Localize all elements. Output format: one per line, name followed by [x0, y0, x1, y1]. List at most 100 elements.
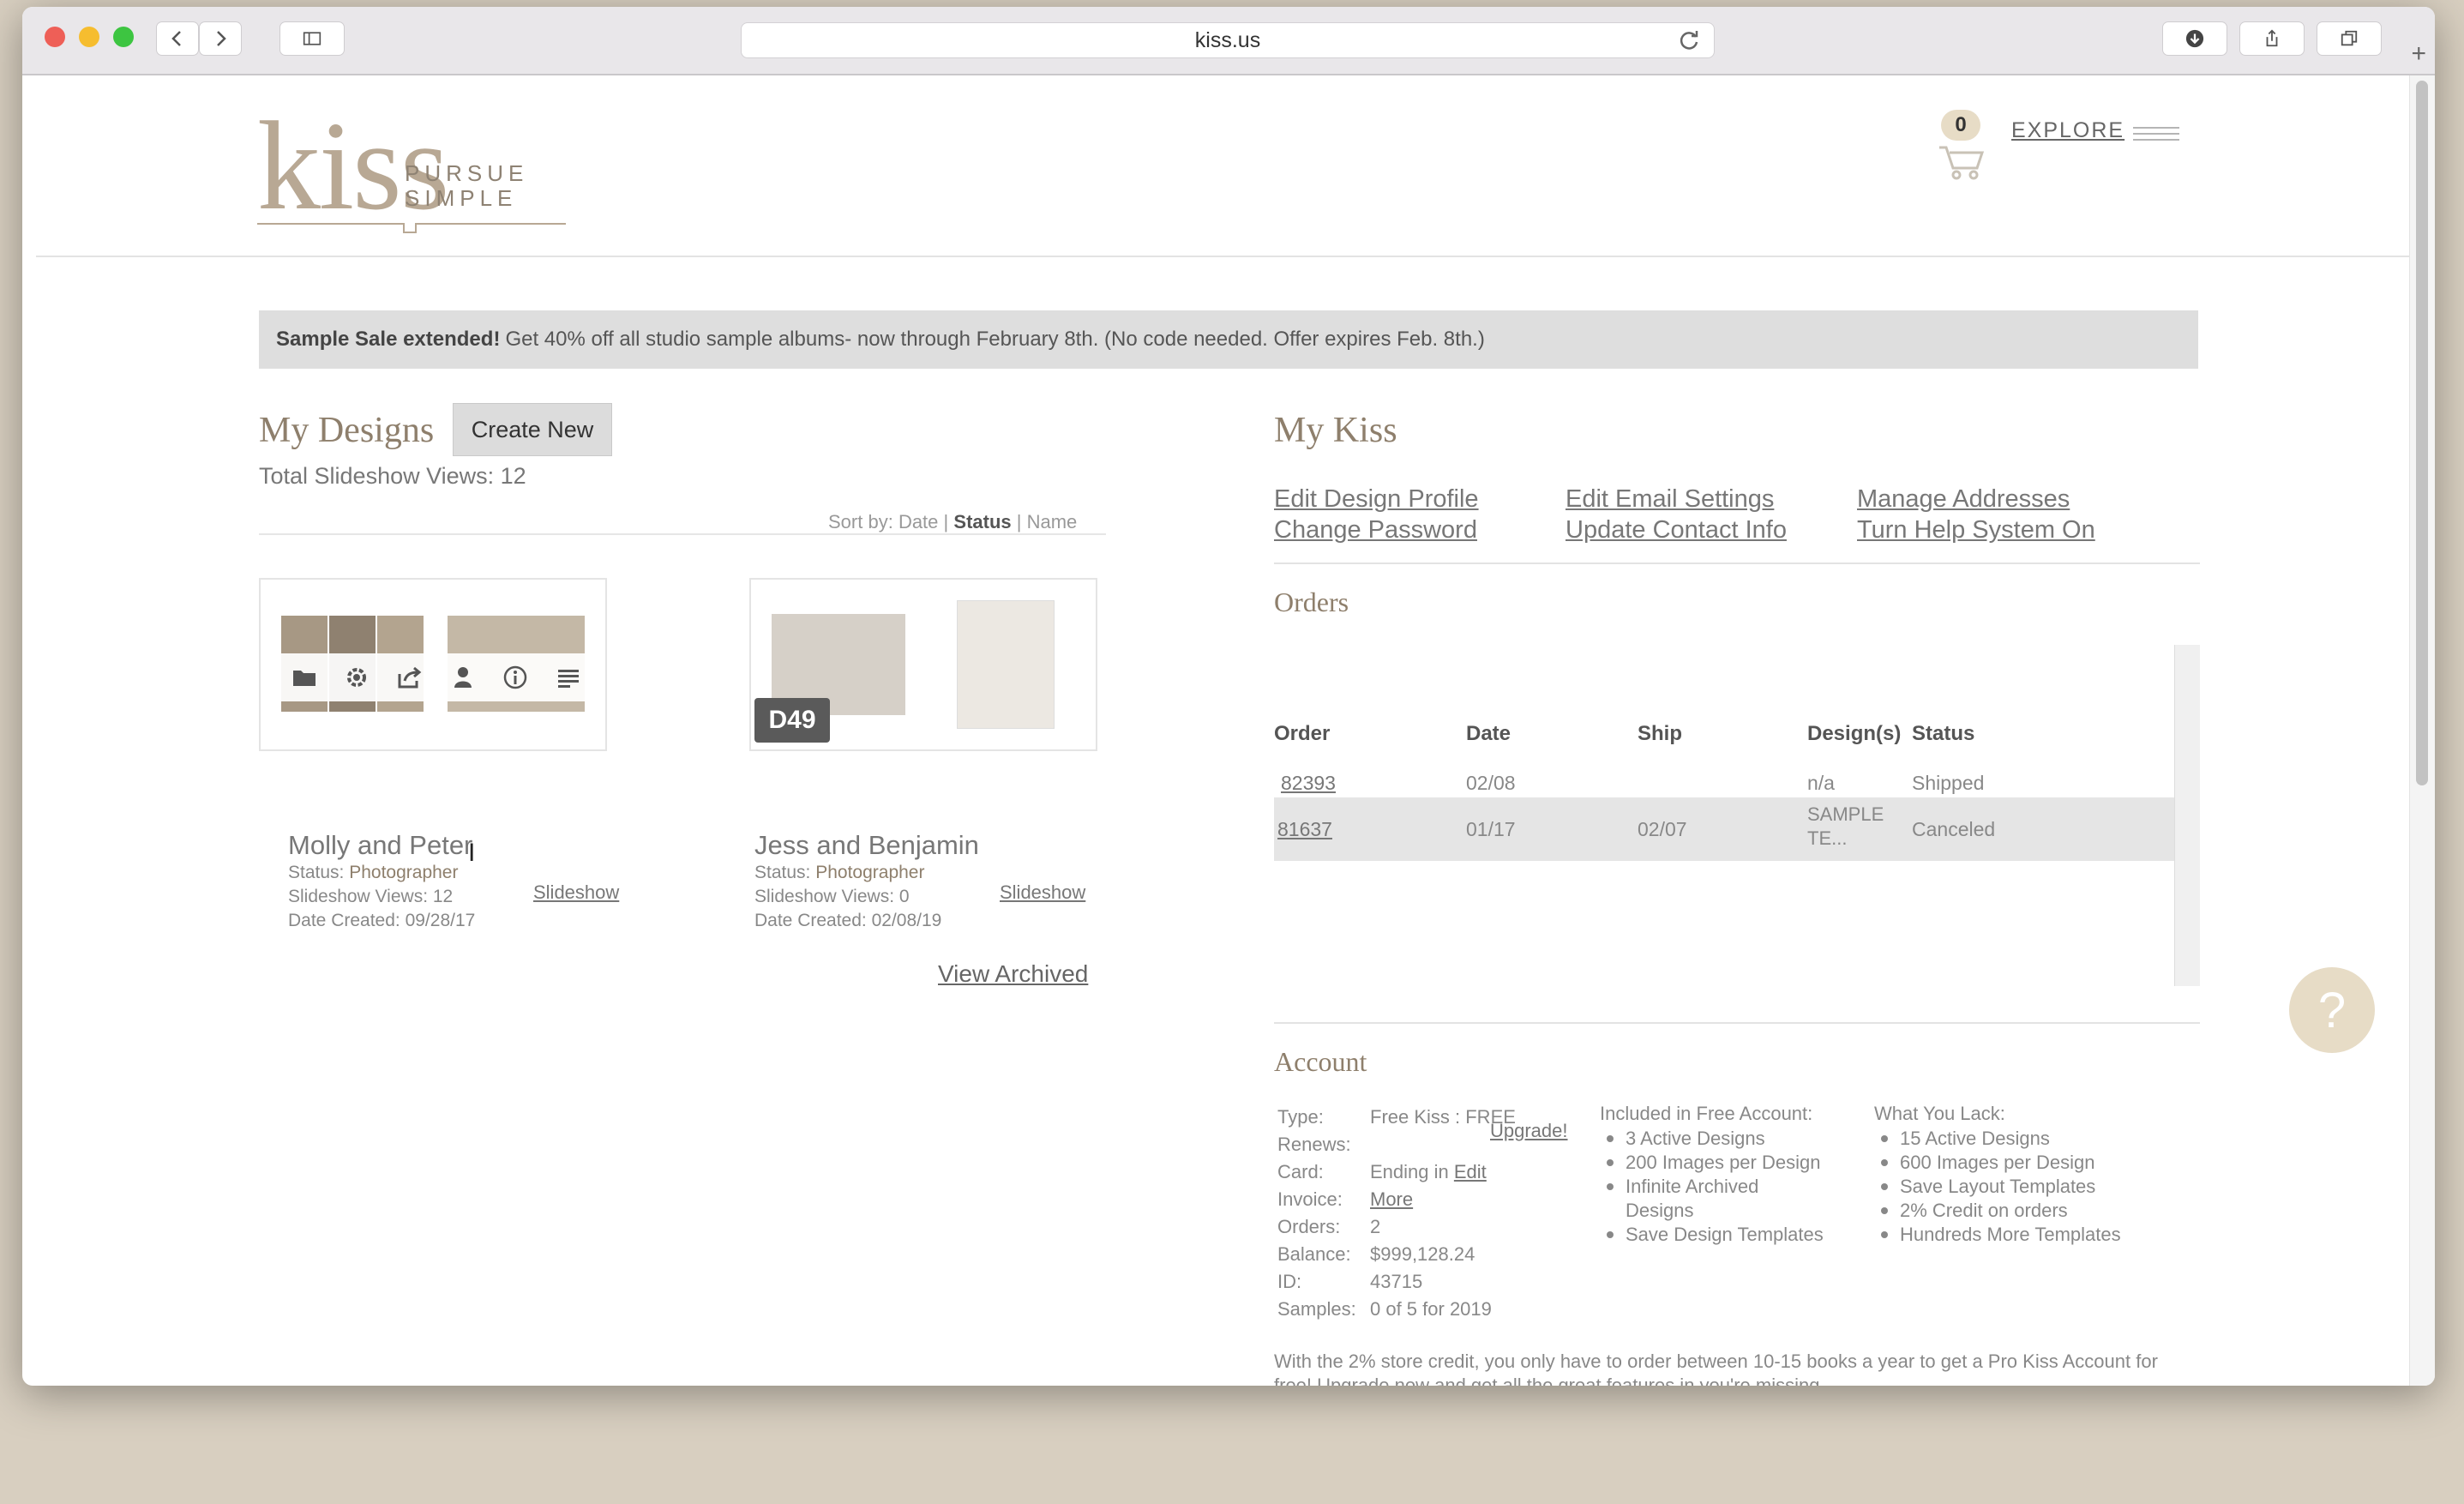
- info-icon[interactable]: [500, 662, 531, 693]
- slideshow-link[interactable]: Slideshow: [533, 881, 619, 904]
- gear-icon[interactable]: [341, 662, 372, 693]
- invoice-more-link[interactable]: More: [1370, 1188, 1413, 1211]
- card-edit-link[interactable]: Edit: [1454, 1161, 1487, 1182]
- account-orders-value: 2: [1370, 1216, 1381, 1237]
- menu-icon[interactable]: [2133, 127, 2179, 145]
- address-bar[interactable]: kiss.us: [741, 22, 1715, 58]
- design-thumbnail-molly-peter[interactable]: [259, 578, 607, 751]
- minimize-window-button[interactable]: [79, 27, 99, 47]
- account-type-label: Type:: [1277, 1106, 1324, 1128]
- view-archived-link[interactable]: View Archived: [938, 960, 1088, 988]
- upgrade-link[interactable]: Upgrade!: [1490, 1120, 1568, 1142]
- banner-text: Get 40% off all studio sample albums- no…: [505, 328, 1485, 351]
- share-button[interactable]: [2239, 21, 2305, 56]
- design-photo: [957, 600, 1055, 729]
- browser-toolbar: kiss.us +: [22, 7, 2435, 75]
- included-features-title: Included in Free Account:: [1600, 1103, 1813, 1124]
- list-item: 2% Credit on orders: [1874, 1199, 2183, 1223]
- design-views: Slideshow Views: 12: [288, 887, 454, 906]
- chevron-left-icon: [171, 31, 181, 46]
- orders-divider: [1274, 1022, 2200, 1024]
- manage-addresses-link[interactable]: Manage Addresses: [1857, 485, 2070, 514]
- list-item: 200 Images per Design: [1600, 1151, 1857, 1175]
- tabs-icon: [2341, 30, 2358, 46]
- new-tab-button[interactable]: +: [2411, 39, 2426, 69]
- order-ship: 02/07: [1638, 818, 1687, 840]
- order-number-link[interactable]: 82393: [1281, 772, 1336, 795]
- design-meta: Status: Photographer Slideshow Views: 12…: [288, 861, 475, 933]
- list-item: 600 Images per Design: [1874, 1151, 2183, 1175]
- browser-window: kiss.us + kiss PURSUE SIMPLE 0 EXPLORE S…: [22, 7, 2435, 1386]
- design-name[interactable]: Jess and Benjamin: [754, 830, 979, 861]
- help-button[interactable]: ?: [2289, 967, 2375, 1053]
- share-icon[interactable]: [394, 662, 425, 693]
- design-status: Status: Photographer: [288, 861, 475, 885]
- orders-header-status: Status: [1912, 722, 1975, 745]
- back-button[interactable]: [156, 21, 199, 56]
- update-contact-info-link[interactable]: Update Contact Info: [1566, 516, 1787, 544]
- account-card-label: Card:: [1277, 1161, 1324, 1182]
- list-item: Save Layout Templates: [1874, 1175, 2183, 1199]
- design-name[interactable]: Molly and Peter: [288, 830, 472, 861]
- order-designs-line: SAMPLE: [1807, 803, 1884, 825]
- header-divider: [36, 256, 2409, 257]
- orders-header-designs: Design(s): [1807, 722, 1902, 745]
- order-designs-line: TE...: [1807, 827, 1848, 849]
- zoom-window-button[interactable]: [113, 27, 134, 47]
- sidebar-toggle-button[interactable]: [279, 21, 345, 56]
- downloads-button[interactable]: [2162, 21, 2227, 56]
- turn-help-system-on-link[interactable]: Turn Help System On: [1857, 516, 2095, 544]
- tabs-overview-button[interactable]: [2317, 21, 2382, 56]
- url-text: kiss.us: [1194, 27, 1261, 52]
- person-icon[interactable]: [448, 662, 478, 693]
- change-password-link[interactable]: Change Password: [1274, 516, 1477, 544]
- list-icon[interactable]: [553, 662, 584, 693]
- status-label: Status:: [288, 863, 345, 882]
- order-status: Shipped: [1912, 772, 1985, 794]
- reload-icon[interactable]: [1678, 29, 1702, 53]
- explore-link[interactable]: EXPLORE: [2011, 118, 2124, 143]
- page-scrollbar[interactable]: [2409, 75, 2435, 1386]
- folder-icon[interactable]: [289, 662, 320, 693]
- design-created: Date Created: 09/28/17: [288, 911, 476, 930]
- design-meta: Status: Photographer Slideshow Views: 0 …: [754, 861, 941, 933]
- order-number-link[interactable]: 81637: [1277, 818, 1332, 841]
- design-created: Date Created: 02/08/19: [754, 911, 942, 930]
- logo-tagline: PURSUE SIMPLE: [405, 161, 528, 210]
- status-value: Photographer: [815, 863, 925, 882]
- list-item: Hundreds More Templates: [1874, 1223, 2183, 1247]
- order-date: 02/08: [1466, 772, 1516, 794]
- orders-title: Orders: [1274, 587, 1349, 617]
- sort-by-date[interactable]: Date: [898, 511, 938, 532]
- sort-by-name[interactable]: Name: [1027, 511, 1078, 532]
- cart-count-badge[interactable]: 0: [1941, 110, 1980, 141]
- account-orders-label: Orders:: [1277, 1216, 1341, 1237]
- forward-button[interactable]: [199, 21, 242, 56]
- close-window-button[interactable]: [45, 27, 65, 47]
- order-row[interactable]: 81637 01/17 02/07 SAMPLE TE... Canceled: [1274, 797, 2174, 861]
- create-new-button[interactable]: Create New: [453, 403, 612, 456]
- my-designs-title: My Designs: [259, 411, 435, 450]
- sale-banner: Sample Sale extended! Get 40% off all st…: [259, 310, 2198, 369]
- lacking-features-title: What You Lack:: [1874, 1103, 2005, 1124]
- download-icon: [2185, 29, 2204, 48]
- orders-scrollbar[interactable]: [2174, 645, 2200, 986]
- sort-separator: |: [1016, 511, 1022, 532]
- status-label: Status:: [754, 863, 811, 882]
- sort-by-status[interactable]: Status: [953, 511, 1011, 532]
- design-status: Status: Photographer: [754, 861, 941, 885]
- share-icon: [2266, 29, 2278, 47]
- my-kiss-title: My Kiss: [1274, 411, 1397, 450]
- design-thumbnail-jess-benjamin[interactable]: D49: [749, 578, 1097, 751]
- account-invoice-label: Invoice:: [1277, 1188, 1343, 1210]
- design-actions-toolbar: [278, 653, 595, 701]
- chevron-right-icon: [217, 31, 226, 46]
- edit-design-profile-link[interactable]: Edit Design Profile: [1274, 485, 1479, 514]
- account-id-value: 43715: [1370, 1271, 1423, 1292]
- card-ending-text: Ending in: [1370, 1161, 1449, 1182]
- edit-email-settings-link[interactable]: Edit Email Settings: [1566, 485, 1774, 514]
- slideshow-link[interactable]: Slideshow: [1000, 881, 1085, 904]
- orders-header-order: Order: [1274, 722, 1331, 745]
- account-samples-label: Samples:: [1277, 1298, 1356, 1320]
- scrollbar-thumb[interactable]: [2416, 81, 2428, 785]
